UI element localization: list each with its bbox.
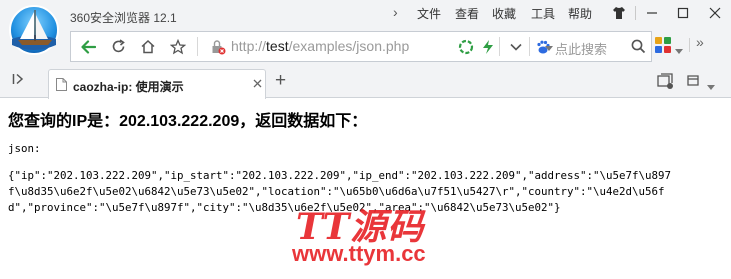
maximize-button[interactable]	[668, 0, 700, 26]
reload-icon	[112, 39, 125, 53]
restore-closed-tab-icon[interactable]	[685, 73, 701, 94]
menu-tools[interactable]: 工具	[531, 5, 555, 22]
app-store-button[interactable]	[654, 36, 672, 59]
close-button[interactable]	[699, 0, 731, 26]
shirt-skin-icon[interactable]	[603, 0, 635, 26]
apps-grid-icon	[655, 37, 671, 53]
search-input[interactable]: 点此搜索	[555, 39, 607, 58]
address-bar[interactable]: http://test/examples/json.php	[231, 38, 409, 54]
tab-list-icon[interactable]	[657, 73, 675, 94]
more-tools-icon[interactable]: »	[696, 34, 704, 50]
separator	[689, 38, 690, 52]
search-engine-dropdown-icon[interactable]	[542, 38, 556, 58]
tab-close-button[interactable]	[253, 77, 262, 91]
favorite-button[interactable]	[163, 32, 193, 61]
json-output-line: f\u8d35\u6e2f\u5e02\u6842\u5e73\u5e02","…	[8, 185, 665, 198]
menu-help[interactable]: 帮助	[568, 5, 592, 22]
tab-bar-tools	[657, 73, 727, 93]
url-host: test	[266, 38, 289, 54]
sidebar-icon	[12, 73, 24, 85]
title-bar: 360安全浏览器 12.1 › 文件 查看 收藏 工具 帮助	[0, 0, 731, 28]
json-label: json:	[8, 142, 41, 155]
page-icon	[56, 78, 67, 96]
tab-bar: caozha-ip: 使用演示 +	[0, 64, 731, 99]
tab-title: caozha-ip: 使用演示	[73, 80, 184, 94]
window-controls	[603, 0, 731, 26]
watermark-url: www.ttym.cc	[292, 241, 426, 266]
home-icon	[141, 39, 155, 54]
json-output-line: d","province":"\u5e7f\u897f","city":"\u8…	[8, 201, 561, 214]
menu-favorites[interactable]: 收藏	[492, 5, 516, 22]
tab-menu-dropdown-icon[interactable]	[707, 77, 715, 95]
tab-active[interactable]: caozha-ip: 使用演示	[48, 69, 266, 99]
separator	[197, 37, 198, 56]
address-toolbar: http://test/examples/json.php 点此搜索	[70, 31, 652, 62]
home-button[interactable]	[133, 32, 163, 61]
search-button[interactable]	[623, 32, 653, 61]
reload-button[interactable]	[103, 32, 133, 61]
separator	[529, 37, 530, 56]
close-icon	[253, 79, 262, 88]
new-tab-button[interactable]: +	[275, 70, 286, 92]
back-button[interactable]	[73, 32, 103, 61]
arrow-left-icon	[81, 39, 96, 54]
browser-logo	[8, 3, 60, 59]
url-scheme: http://	[231, 38, 267, 54]
minimize-button[interactable]	[636, 0, 668, 26]
url-path: /examples/json.php	[288, 38, 410, 54]
site-security-icon[interactable]	[203, 32, 233, 61]
menu-file[interactable]: 文件	[417, 5, 441, 22]
menu-view[interactable]: 查看	[455, 5, 479, 22]
chevron-right-icon[interactable]: ›	[393, 4, 398, 20]
apps-dropdown-icon[interactable]	[675, 41, 683, 59]
extensions-area: »	[653, 34, 731, 59]
page-heading: 您查询的IP是：202.103.222.209，返回数据如下：	[8, 113, 368, 130]
app-title: 360安全浏览器 12.1	[70, 11, 177, 25]
search-icon	[631, 39, 645, 54]
address-dropdown-button[interactable]	[501, 32, 531, 61]
star-icon	[170, 38, 186, 54]
json-output-line: {"ip":"202.103.222.209","ip_start":"202.…	[8, 169, 672, 182]
sidebar-toggle-button[interactable]	[12, 73, 26, 88]
separator	[499, 37, 500, 56]
navigation-bar: http://test/examples/json.php 点此搜索 »	[0, 28, 731, 64]
chevron-down-icon	[510, 43, 522, 51]
